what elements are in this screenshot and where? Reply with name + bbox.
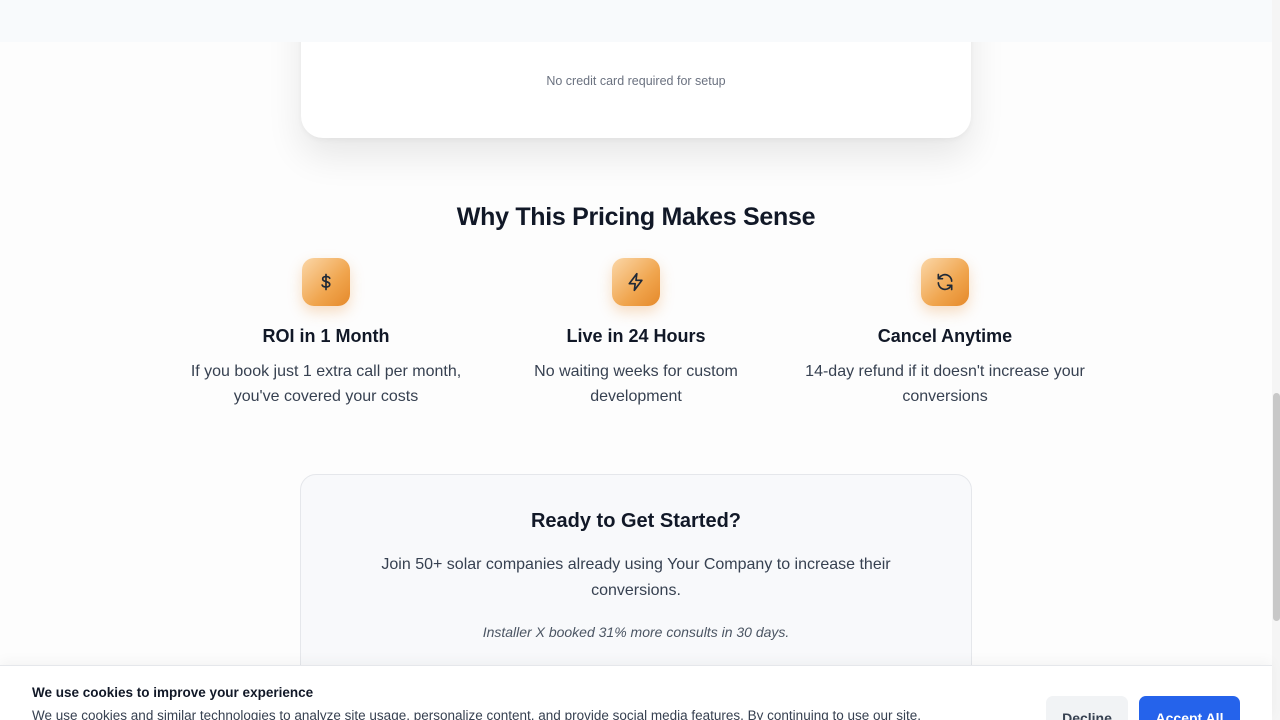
feature-title: Live in 24 Hours <box>566 326 706 346</box>
feature-description: No waiting weeks for custom development <box>534 363 738 405</box>
accept-all-button[interactable]: Accept All <box>1139 696 1240 720</box>
cookie-banner: We use cookies to improve your experienc… <box>0 665 1272 720</box>
feature-cancel: Cancel Anytime 14-day refund if it doesn… <box>800 258 1090 409</box>
lightning-icon <box>612 258 660 306</box>
testimonial-quote: Installer X booked 31% more consults in … <box>482 624 790 640</box>
cta-title: Ready to Get Started? <box>530 510 742 532</box>
feature-title: ROI in 1 Month <box>262 326 390 346</box>
cta-subtitle: Join 50+ solar companies already using Y… <box>381 556 891 599</box>
top-header-bar <box>0 0 1272 42</box>
feature-description: If you book just 1 extra call per month,… <box>190 363 462 405</box>
cookie-banner-title: We use cookies to improve your experienc… <box>32 685 314 700</box>
dollar-icon <box>302 258 350 306</box>
cookie-banner-text: We use cookies and similar technologies … <box>32 708 922 720</box>
why-section-title: Why This Pricing Makes Sense <box>456 203 816 231</box>
feature-title: Cancel Anytime <box>877 326 1013 346</box>
refresh-icon <box>921 258 969 306</box>
feature-description: 14-day refund if it doesn't increase you… <box>805 363 1085 405</box>
scrollbar-thumb[interactable] <box>1273 393 1280 621</box>
pricing-card-note: No credit card required for setup <box>546 74 726 88</box>
page-scrollbar[interactable] <box>1272 0 1280 720</box>
feature-roi: ROI in 1 Month If you book just 1 extra … <box>181 258 471 409</box>
feature-live: Live in 24 Hours No waiting weeks for cu… <box>491 258 781 409</box>
decline-button[interactable]: Decline <box>1046 696 1128 720</box>
